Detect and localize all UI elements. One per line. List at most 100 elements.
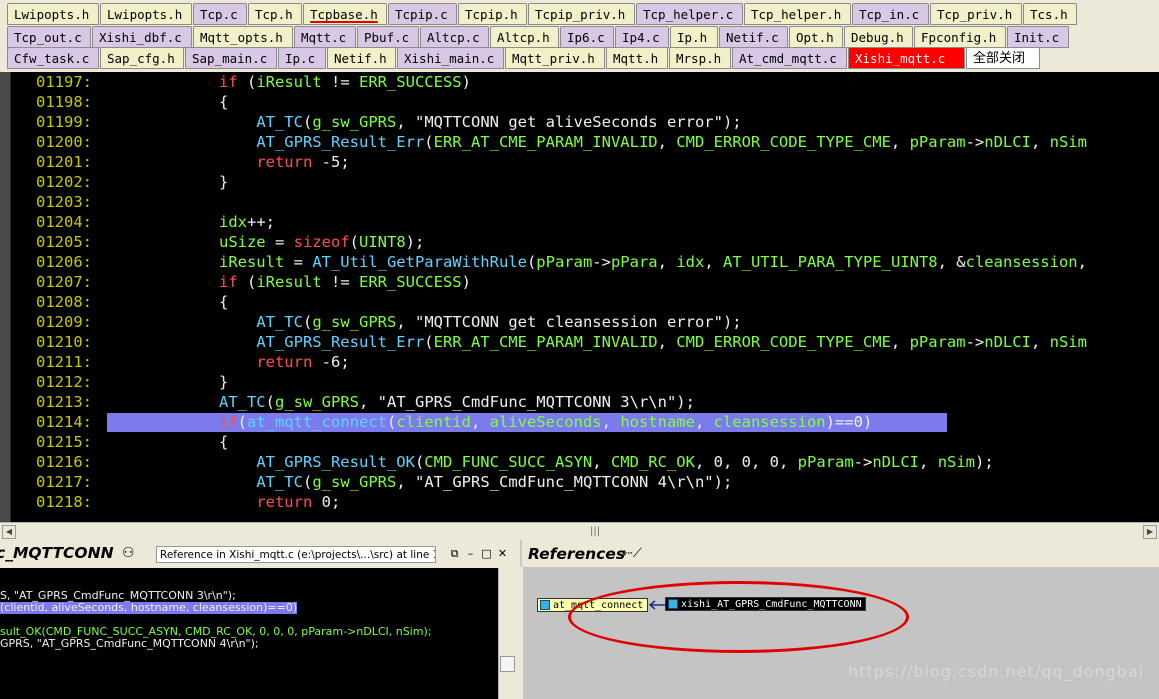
code-line[interactable]: 01204: idx++;	[36, 212, 275, 232]
tab-xishi-dbf-c[interactable]: Xishi_dbf.c	[92, 26, 192, 48]
tab-mqtt-h[interactable]: Mqtt.h	[606, 47, 668, 69]
scroll-right-arrow-icon[interactable]: ▶	[1143, 525, 1157, 539]
references-graph[interactable]: at_mqtt_connect xishi_AT_GPRS_CmdFunc_MQ…	[523, 567, 1159, 699]
tab-tcpbase-h[interactable]: Tcpbase.h	[303, 3, 387, 25]
tab-lwipopts-h[interactable]: Lwipopts.h	[100, 3, 192, 25]
tab-label: Tcp_out.c	[14, 30, 82, 45]
tab-xishi-main-c[interactable]: Xishi_main.c	[397, 47, 504, 69]
line-code: if(at_mqtt_connect(clientid, aliveSecond…	[218, 413, 873, 431]
tab-sap-cfg-h[interactable]: Sap_cfg.h	[100, 47, 184, 69]
relation-graph-icon[interactable]: ⇠⟋	[622, 546, 642, 561]
tab-opt-h[interactable]: Opt.h	[789, 26, 843, 48]
line-number: 01210:	[36, 333, 92, 351]
line-code: AT_TC(g_sw_GPRS, "AT_GPRS_CmdFunc_MQTTCO…	[256, 473, 733, 491]
tab-pbuf-c[interactable]: Pbuf.c	[357, 26, 419, 48]
code-line[interactable]: 01212: }	[36, 372, 228, 392]
code-line[interactable]: 01217: AT_TC(g_sw_GPRS, "AT_GPRS_CmdFunc…	[36, 472, 732, 492]
maximize-window-icon[interactable]: □	[481, 548, 492, 559]
tab-xishi-mqtt-c[interactable]: Xishi_mqtt.c	[848, 47, 965, 69]
tab-altcp-h[interactable]: Altcp.h	[490, 26, 559, 48]
scrollbar-grip-icon[interactable]: |||	[590, 526, 600, 537]
scrollbar-thumb[interactable]	[500, 656, 515, 672]
code-line[interactable]: 01200: AT_GPRS_Result_Err(ERR_AT_CME_PAR…	[36, 132, 1087, 152]
tab-tcpip-h[interactable]: Tcpip.h	[458, 3, 527, 25]
tab-altcp-c[interactable]: Altcp.c	[420, 26, 489, 48]
tab-netif-c[interactable]: Netif.c	[719, 26, 788, 48]
code-line[interactable]: 01199: AT_TC(g_sw_GPRS, "MQTTCONN get al…	[36, 112, 742, 132]
tab-mqtt-priv-h[interactable]: Mqtt_priv.h	[505, 47, 605, 69]
tab-cfw-task-c[interactable]: Cfw_task.c	[7, 47, 99, 69]
tab-mrsp-h[interactable]: Mrsp.h	[669, 47, 731, 69]
tab-lwipopts-h[interactable]: Lwipopts.h	[7, 3, 99, 25]
tab-netif-h[interactable]: Netif.h	[327, 47, 396, 69]
line-number: 01208:	[36, 293, 92, 311]
line-number: 01201:	[36, 153, 92, 171]
tab-tcpip-c[interactable]: Tcpip.c	[388, 3, 457, 25]
scroll-left-arrow-icon[interactable]: ◀	[2, 525, 16, 539]
code-line[interactable]: 01202: }	[36, 172, 228, 192]
code-line[interactable]: 01216: AT_GPRS_Result_OK(CMD_FUNC_SUCC_A…	[36, 452, 994, 472]
code-line[interactable]: 01206: iResult = AT_Util_GetParaWithRule…	[36, 252, 1087, 272]
tab-label: Mqtt_opts.h	[200, 30, 283, 45]
tab-label: Tcp_helper.h	[751, 7, 842, 22]
context-window: c_MQTTCONN ⚇ Reference in Xishi_mqtt.c (…	[0, 540, 520, 699]
editor-horizontal-scrollbar[interactable]: ◀ ||| ▶	[0, 522, 1159, 540]
code-line[interactable]: 01201: return -5;	[36, 152, 350, 172]
tab-label: Cfw_task.c	[14, 51, 90, 66]
code-line[interactable]: 01198: {	[36, 92, 228, 112]
tab-label: Altcp.c	[427, 30, 480, 45]
reference-location-field[interactable]: Reference in Xishi_mqtt.c (e:\projects\.…	[156, 546, 436, 563]
tab-ip4-c[interactable]: Ip4.c	[615, 26, 669, 48]
tab-mqtt-c[interactable]: Mqtt.c	[294, 26, 356, 48]
tab-init-c[interactable]: Init.c	[1007, 26, 1069, 48]
tab-label: Tcp.c	[200, 7, 238, 22]
tab-tcp-out-c[interactable]: Tcp_out.c	[7, 26, 91, 48]
tab-label: Tcp_helper.c	[643, 7, 734, 22]
code-line[interactable]: 01215: {	[36, 432, 228, 452]
tab-tcp-helper-c[interactable]: Tcp_helper.c	[636, 3, 743, 25]
code-line[interactable]: 01203:	[36, 192, 97, 212]
binoculars-icon[interactable]: ⚇	[122, 545, 135, 561]
minimize-window-icon[interactable]: –	[465, 548, 476, 559]
code-line[interactable]: 01214: if(at_mqtt_connect(clientid, aliv…	[36, 412, 872, 432]
tab-fpconfig-h[interactable]: Fpconfig.h	[914, 26, 1006, 48]
code-line[interactable]: 01218: return 0;	[36, 492, 340, 512]
tab-tcpip-priv-h[interactable]: Tcpip_priv.h	[528, 3, 635, 25]
tab-ip-c[interactable]: Ip.c	[278, 47, 326, 69]
tab-ip-h[interactable]: Ip.h	[670, 26, 718, 48]
tab-tcp-c[interactable]: Tcp.c	[193, 3, 247, 25]
line-number: 01199:	[36, 113, 92, 131]
tab-label: Tcp_in.c	[859, 7, 920, 22]
tab-ip6-c[interactable]: Ip6.c	[560, 26, 614, 48]
context-vertical-scrollbar[interactable]	[498, 568, 516, 699]
code-line[interactable]: 01207: if (iResult != ERR_SUCCESS)	[36, 272, 471, 292]
close-window-icon[interactable]: ✕	[497, 548, 508, 559]
context-code-view[interactable]: S, "AT_GPRS_CmdFunc_MQTTCONN 3\r\n"); (c…	[0, 568, 498, 699]
tab-at-cmd-mqtt-c[interactable]: At_cmd_mqtt.c	[732, 47, 847, 69]
code-line[interactable]: 01205: uSize = sizeof(UINT8);	[36, 232, 424, 252]
tab-tcp-priv-h[interactable]: Tcp_priv.h	[930, 3, 1022, 25]
code-line[interactable]: 01211: return -6;	[36, 352, 350, 372]
code-line[interactable]: 01208: {	[36, 292, 228, 312]
tab-tcp-helper-h[interactable]: Tcp_helper.h	[744, 3, 851, 25]
code-line[interactable]: 01209: AT_TC(g_sw_GPRS, "MQTTCONN get cl…	[36, 312, 742, 332]
tab-label: At_cmd_mqtt.c	[739, 51, 837, 66]
code-line[interactable]: 01213: AT_TC(g_sw_GPRS, "AT_GPRS_CmdFunc…	[36, 392, 695, 412]
tab-debug-h[interactable]: Debug.h	[844, 26, 913, 48]
restore-window-icon[interactable]: ⧉	[449, 548, 460, 559]
code-line[interactable]: 01197: if (iResult != ERR_SUCCESS)	[36, 72, 471, 92]
tab--[interactable]: 全部关闭	[966, 47, 1040, 69]
tab-label: Debug.h	[851, 30, 904, 45]
code-editor[interactable]: 01197: if (iResult != ERR_SUCCESS) 01198:…	[0, 72, 1159, 522]
tab-label: Tcp.h	[255, 7, 293, 22]
tab-label: Mqtt.h	[613, 51, 659, 66]
tab-tcp-in-c[interactable]: Tcp_in.c	[852, 3, 929, 25]
code-line[interactable]: 01210: AT_GPRS_Result_Err(ERR_AT_CME_PAR…	[36, 332, 1087, 352]
references-window: References ⇠⟋ at_mqtt_connect xishi_AT_G…	[520, 540, 1159, 699]
line-number: 01198:	[36, 93, 92, 111]
tab-tcs-h[interactable]: Tcs.h	[1023, 3, 1077, 25]
tab-mqtt-opts-h[interactable]: Mqtt_opts.h	[193, 26, 293, 48]
tab-label: Tcpip.c	[395, 7, 448, 22]
tab-tcp-h[interactable]: Tcp.h	[248, 3, 302, 25]
tab-sap-main-c[interactable]: Sap_main.c	[185, 47, 277, 69]
